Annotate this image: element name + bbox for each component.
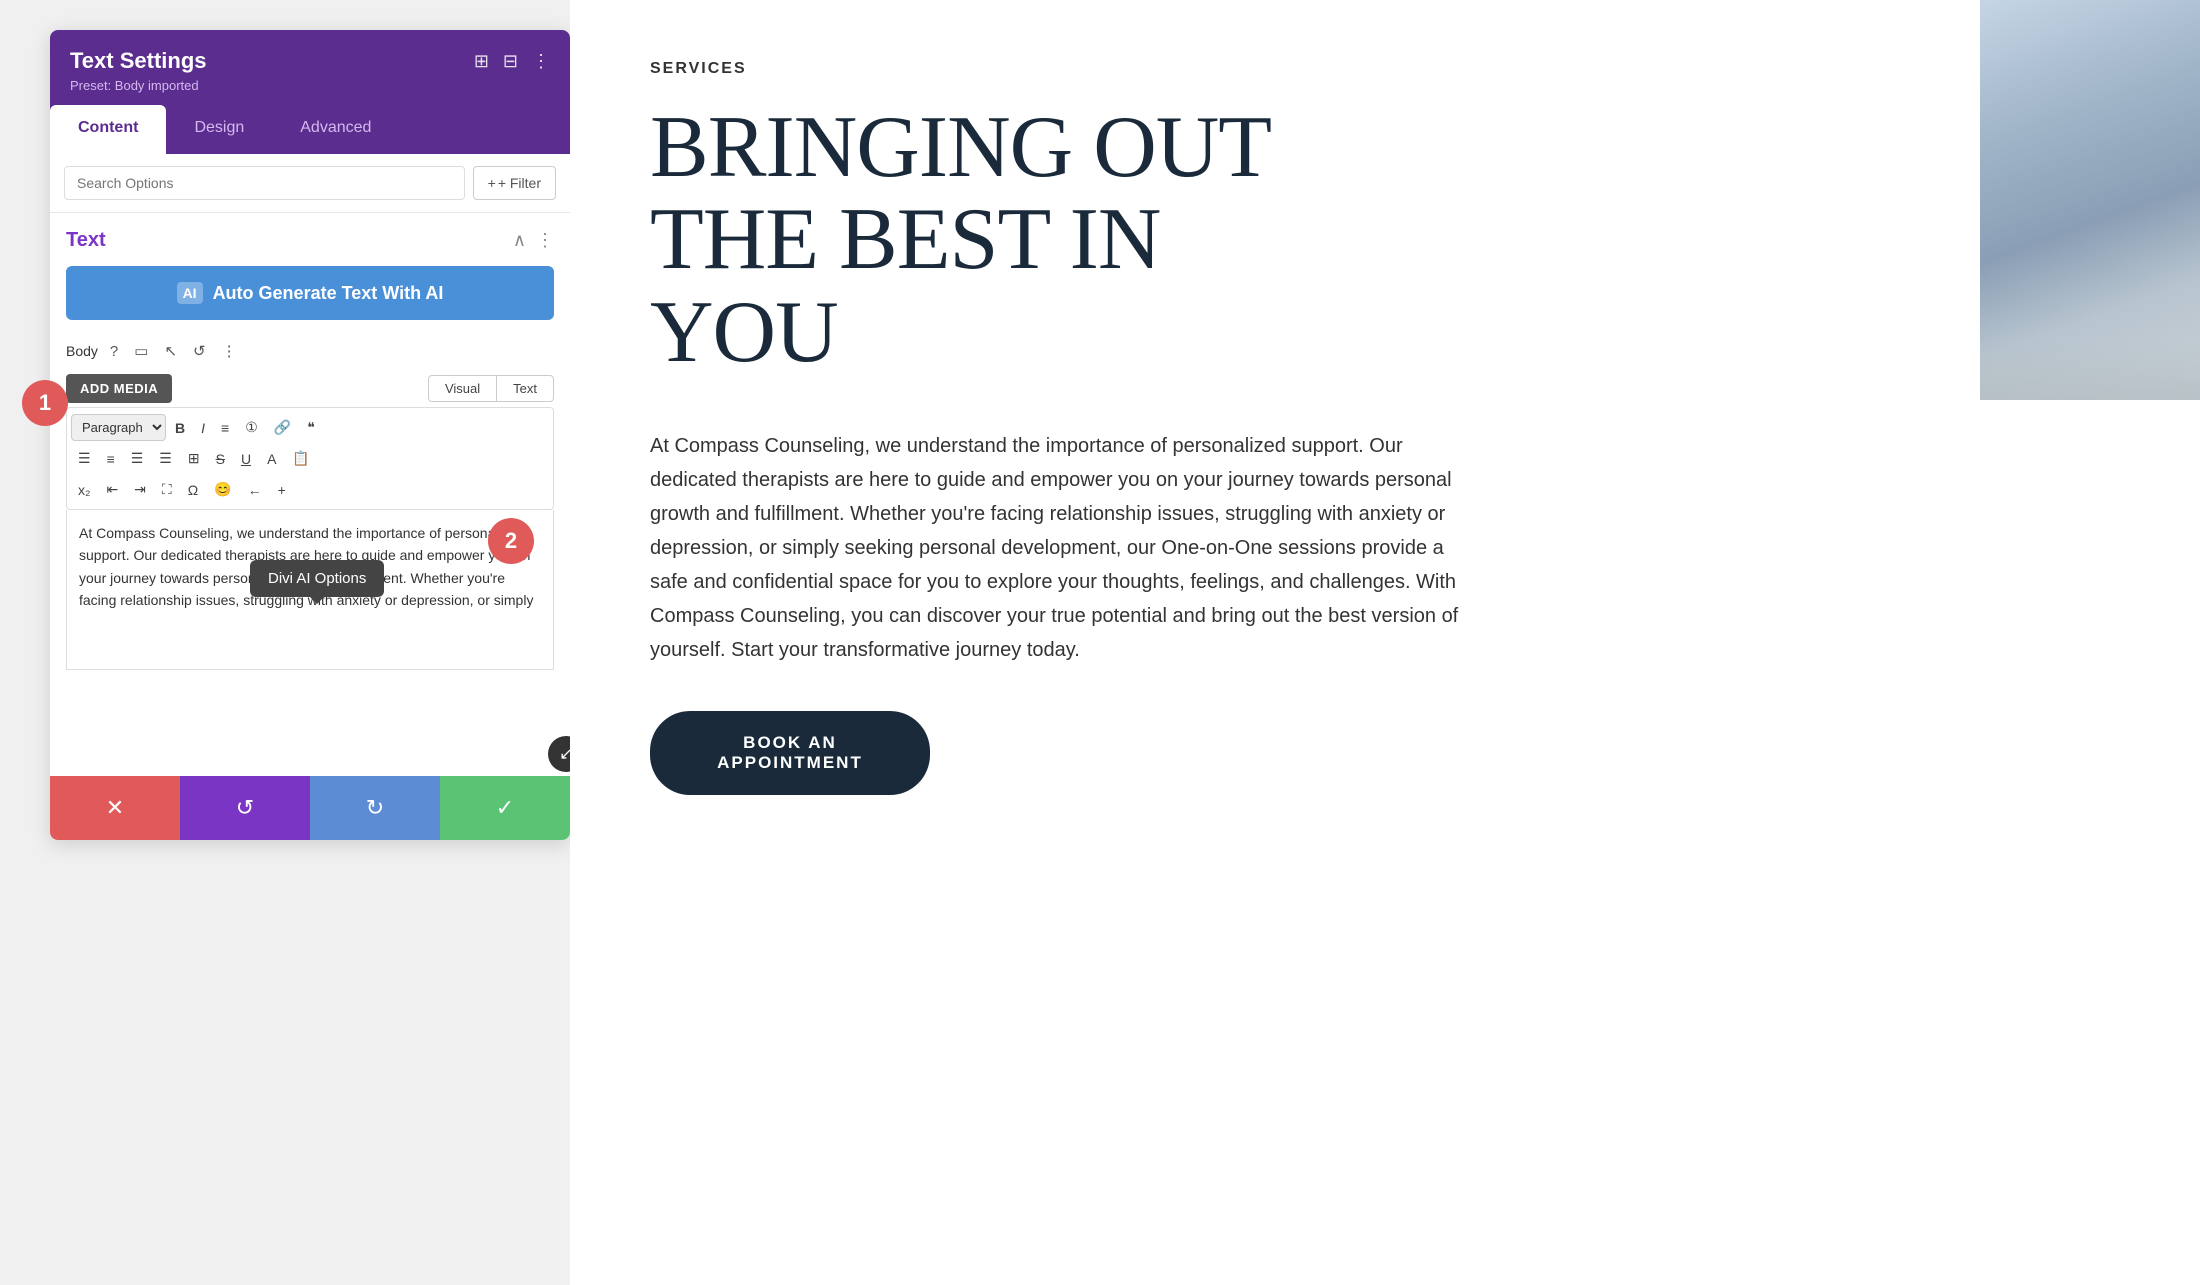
device-icon[interactable]: ▭ [130, 340, 152, 362]
link-button[interactable]: 🔗 [267, 414, 298, 441]
settings-panel: Text Settings ⊞ ⊟ ⋮ Preset: Body importe… [50, 30, 570, 840]
pointer-icon[interactable]: ↖ [160, 340, 181, 362]
tab-content[interactable]: Content [50, 105, 166, 154]
ai-icon: AI [177, 282, 203, 304]
strikethrough-button[interactable]: S [209, 446, 232, 472]
section-icons: ∧ ⋮ [513, 230, 554, 251]
emoji-button[interactable]: 😊 [207, 476, 238, 503]
ai-generate-button[interactable]: AI Auto Generate Text With AI [66, 266, 554, 320]
more-icon[interactable]: ⋮ [532, 51, 550, 72]
formatting-toolbar: Paragraph Heading 1 Heading 2 B I ≡ ① 🔗 … [66, 407, 554, 510]
panel-bottom-bar: ✕ ↺ ↻ ✓ [50, 776, 570, 840]
table-button[interactable]: ⊞ [181, 445, 207, 472]
blockquote-button[interactable]: ❝ [300, 414, 322, 441]
arrow-button[interactable]: ← [241, 477, 269, 503]
italic-button[interactable]: I [194, 415, 212, 441]
description-text: At Compass Counseling, we understand the… [650, 429, 1470, 667]
underline-button[interactable]: U [234, 446, 258, 472]
panel-title: Text Settings [70, 48, 207, 74]
editor-tabs: Visual Text [428, 375, 554, 402]
tab-design[interactable]: Design [166, 105, 272, 154]
filter-icon: + [488, 175, 496, 191]
step-badge-1: 1 [22, 380, 68, 426]
search-row: + + Filter [50, 154, 570, 213]
collapse-icon[interactable]: ∧ [513, 230, 526, 251]
preset-label: Preset: Body imported [70, 78, 550, 93]
subscript-button[interactable]: x₂ [71, 477, 97, 503]
align-left-button[interactable]: ☰ [71, 445, 98, 472]
ai-options-tooltip: Divi AI Options [250, 560, 384, 597]
more-options-icon[interactable]: ⋮ [218, 340, 241, 362]
redo-button[interactable]: ↻ [310, 776, 440, 840]
save-button[interactable]: ✓ [440, 776, 570, 840]
undo-button[interactable]: ↺ [180, 776, 310, 840]
services-label: SERVICES [650, 60, 2120, 78]
cancel-button[interactable]: ✕ [50, 776, 180, 840]
panel-tabs: Content Design Advanced [50, 105, 570, 154]
step-badge-2: 2 [488, 518, 534, 564]
bold-button[interactable]: B [168, 415, 192, 441]
visual-tab[interactable]: Visual [428, 375, 497, 402]
body-label: Body [66, 343, 98, 359]
paste-button[interactable]: 📋 [285, 445, 316, 472]
paragraph-select[interactable]: Paragraph Heading 1 Heading 2 [71, 414, 166, 441]
add-media-button[interactable]: ADD MEDIA [66, 374, 172, 403]
tab-advanced[interactable]: Advanced [272, 105, 399, 154]
filter-button[interactable]: + + Filter [473, 166, 556, 200]
text-tab[interactable]: Text [497, 375, 554, 402]
unordered-list-button[interactable]: ≡ [214, 415, 236, 441]
align-right-button[interactable]: ☰ [124, 445, 151, 472]
help-icon[interactable]: ? [106, 341, 122, 362]
heading-line-1: BRINGING OUT [650, 102, 2120, 194]
search-input[interactable] [64, 166, 465, 200]
main-heading: BRINGING OUT THE BEST IN YOU [650, 102, 2120, 379]
ai-button-label: Auto Generate Text With AI [213, 283, 444, 304]
extra-button[interactable]: + [271, 477, 293, 503]
text-color-button[interactable]: A [260, 446, 283, 472]
omega-button[interactable]: Ω [181, 477, 205, 503]
add-media-row: ADD MEDIA Visual Text [66, 374, 554, 403]
corner-image [1980, 0, 2200, 400]
book-appointment-button[interactable]: BOOK AN APPOINTMENT [650, 711, 930, 795]
indent-right-button[interactable]: ⇥ [127, 476, 153, 503]
toolbar-row-1: Body ? ▭ ↖ ↺ ⋮ [66, 336, 554, 366]
fullscreen-button[interactable]: ⛶ [155, 476, 179, 503]
section-title: Text [66, 229, 106, 252]
text-section-header: Text ∧ ⋮ [66, 229, 554, 252]
align-center-button[interactable]: ≡ [100, 446, 122, 472]
panel-header: Text Settings ⊞ ⊟ ⋮ Preset: Body importe… [50, 30, 570, 105]
expand-icon[interactable]: ⊞ [474, 51, 489, 72]
section-more-icon[interactable]: ⋮ [536, 230, 554, 251]
panel-header-icons: ⊞ ⊟ ⋮ [474, 51, 550, 72]
align-justify-button[interactable]: ☰ [152, 445, 179, 472]
heading-line-3: YOU [650, 287, 2120, 379]
ordered-list-button[interactable]: ① [238, 414, 265, 441]
undo-icon[interactable]: ↺ [189, 340, 210, 362]
heading-line-2: THE BEST IN [650, 194, 2120, 286]
grid-icon[interactable]: ⊟ [503, 51, 518, 72]
content-area: SERVICES BRINGING OUT THE BEST IN YOU At… [570, 0, 2200, 1285]
indent-left-button[interactable]: ⇤ [99, 476, 125, 503]
